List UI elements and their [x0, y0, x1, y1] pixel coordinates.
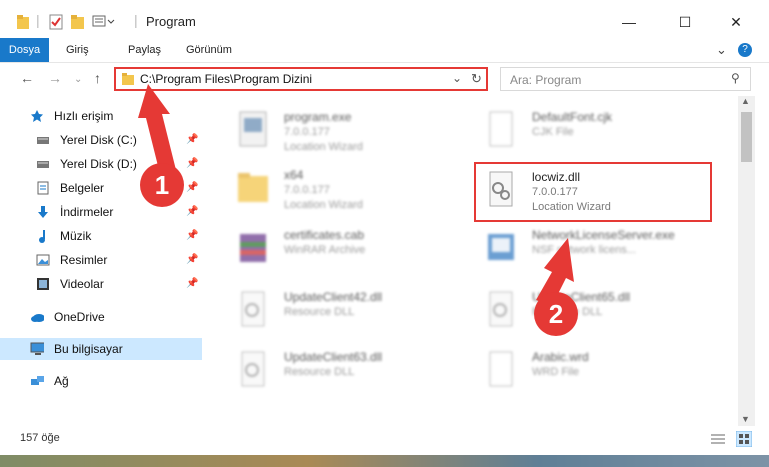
arrow-one	[138, 84, 176, 174]
file-explorer-window: | | Program — ☐ ✕ Dosya Giriş Paylaş Gör…	[0, 0, 769, 455]
step-marker-one: 1	[140, 163, 184, 207]
annotation-arrows	[138, 84, 574, 306]
desktop-background	[0, 455, 769, 467]
step-marker-two: 2	[534, 292, 578, 336]
